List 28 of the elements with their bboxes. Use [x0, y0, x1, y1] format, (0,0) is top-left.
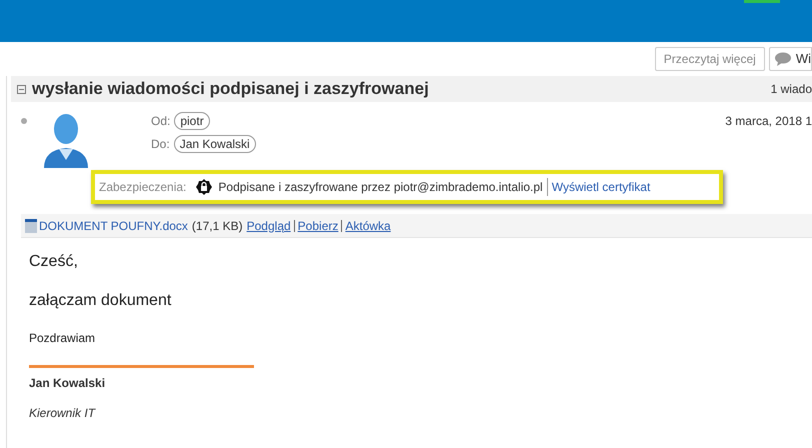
body-text: załączam dokument: [29, 291, 172, 311]
attachment-link[interactable]: Podgląd: [246, 216, 291, 234]
attachment-link[interactable]: Pobierz: [298, 216, 338, 234]
attachment-link[interactable]: Aktówka: [345, 216, 391, 234]
security-status: Podpisane i zaszyfrowane przez piotr@zimbrademo.intalio.pl: [218, 178, 548, 196]
collapse-icon[interactable]: [17, 84, 26, 94]
greeting-text: Cześć,: [29, 252, 79, 272]
read-more-button[interactable]: Przeczytaj więcej: [654, 47, 765, 71]
contact-chip[interactable]: Jan Kowalski: [174, 135, 256, 153]
attachment-size: (17,1 KB): [192, 218, 243, 234]
field-label: Do:: [151, 136, 170, 153]
status-strip: [744, 0, 780, 3]
view-certificate-link[interactable]: Wyświetl certyfikat: [548, 178, 650, 196]
field-label: Od:: [151, 113, 170, 130]
closing-text: Pozdrawiam: [29, 330, 96, 347]
security-label: Zabezpieczenia:: [99, 179, 186, 196]
document-icon: [25, 218, 37, 232]
signature-title: Kierownik IT: [29, 405, 97, 422]
toolbar-button[interactable]: Wi: [768, 47, 812, 71]
message-count: 1 wiado: [770, 81, 812, 98]
attachment-name[interactable]: DOKUMENT POUFNY.docx: [39, 216, 188, 234]
message-date: 3 marca, 2018 1: [725, 113, 812, 130]
signature-name: Jan Kowalski: [29, 375, 106, 392]
conversation-title: wysłanie wiadomości podpisanej i zaszyfrowanej: [32, 78, 429, 100]
avatar-icon: [41, 112, 91, 168]
speech-bubble-icon: [774, 52, 792, 66]
contact-chip[interactable]: piotr: [174, 112, 210, 130]
lock-badge-icon: [196, 179, 212, 195]
